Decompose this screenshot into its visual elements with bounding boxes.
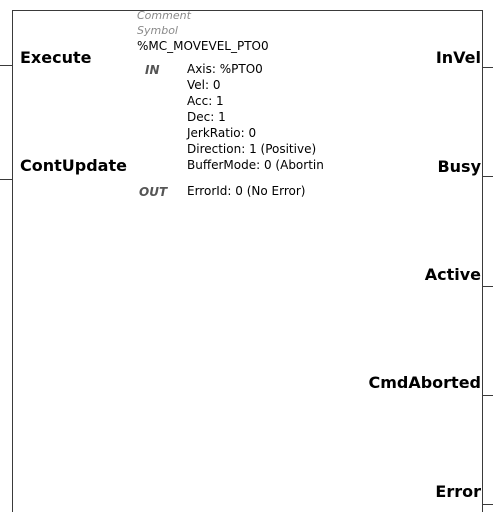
param-errorid[interactable]: ErrorId: 0 (No Error) bbox=[187, 184, 305, 199]
out-section-label: OUT bbox=[139, 185, 168, 199]
function-block[interactable] bbox=[12, 10, 483, 512]
execute-pin-line bbox=[0, 65, 12, 66]
output-busy[interactable]: Busy bbox=[437, 157, 481, 176]
param-vel[interactable]: Vel: 0 bbox=[187, 78, 221, 93]
output-cmdaborted[interactable]: CmdAborted bbox=[368, 373, 481, 392]
in-section-label: IN bbox=[145, 63, 160, 77]
param-jerkratio[interactable]: JerkRatio: 0 bbox=[187, 126, 256, 141]
error-pin-line bbox=[483, 504, 493, 505]
param-direction[interactable]: Direction: 1 (Positive) bbox=[187, 142, 316, 157]
output-active[interactable]: Active bbox=[425, 265, 481, 284]
cmdaborted-pin-line bbox=[483, 395, 493, 396]
output-invel[interactable]: InVel bbox=[436, 48, 481, 67]
comment-label[interactable]: Comment bbox=[137, 9, 191, 22]
param-buffermode[interactable]: BufferMode: 0 (Abortin bbox=[187, 158, 324, 173]
param-dec[interactable]: Dec: 1 bbox=[187, 110, 226, 125]
contupdate-pin-line bbox=[0, 179, 12, 180]
output-error[interactable]: Error bbox=[435, 482, 481, 501]
busy-pin-line bbox=[483, 176, 493, 177]
invel-pin-line bbox=[483, 67, 493, 68]
active-pin-line bbox=[483, 286, 493, 287]
param-acc[interactable]: Acc: 1 bbox=[187, 94, 224, 109]
input-contupdate[interactable]: ContUpdate bbox=[20, 156, 127, 175]
symbol-label[interactable]: Symbol bbox=[137, 24, 178, 37]
instance-name: %MC_MOVEVEL_PTO0 bbox=[137, 39, 269, 53]
input-execute[interactable]: Execute bbox=[20, 48, 91, 67]
param-axis[interactable]: Axis: %PTO0 bbox=[187, 62, 263, 77]
